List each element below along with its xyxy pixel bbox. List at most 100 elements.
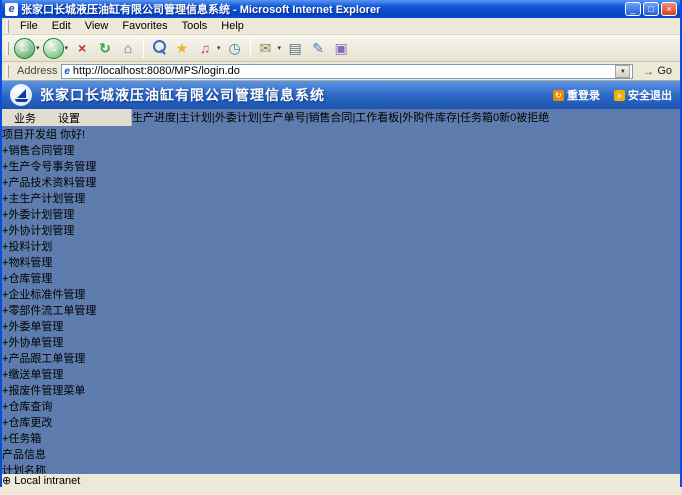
sidebar-item-label: 产品跟工单管理 xyxy=(8,353,85,365)
nav-item-1[interactable]: 主计划 xyxy=(179,112,212,124)
relogin-icon: ↻ xyxy=(553,90,564,101)
nav-item-2[interactable]: 外委计划 xyxy=(215,112,259,124)
sidebar-item-label: 外协单管理 xyxy=(8,337,63,349)
discuss-icon[interactable]: ▣ xyxy=(330,37,352,59)
search-icon[interactable] xyxy=(148,37,170,59)
nav-item-4[interactable]: 销售合同 xyxy=(308,112,352,124)
app-viewport: 张家口长城液压油缸有限公司管理信息系统 ↻ 重登录 » 安全退出 业务 设置 生… xyxy=(2,81,680,474)
logo-sail xyxy=(17,89,26,98)
sidebar-item-label: 企业标准件管理 xyxy=(8,289,85,301)
menu-bar: FileEditViewFavoritesToolsHelp xyxy=(2,18,680,35)
favorites-icon[interactable]: ★ xyxy=(171,37,193,59)
nav-item-0[interactable]: 生产进度 xyxy=(132,112,176,124)
back-icon-dropdown[interactable]: ▾ xyxy=(36,44,40,52)
sidebar-item-label: 产品技术资料管理 xyxy=(8,177,96,189)
sidebar-item-13[interactable]: +产品跟工单管理 xyxy=(2,350,680,366)
go-button[interactable]: → Go xyxy=(637,64,677,78)
info-label: 计划名称 xyxy=(2,462,680,474)
product-info-grid: 计划名称系统调整后测试主计划计划开始日期2008-12-23计划结束日期2009… xyxy=(2,462,680,474)
print-icon[interactable]: ▤ xyxy=(284,37,306,59)
toolbar-separator xyxy=(250,38,251,58)
sidebar-item-9[interactable]: +企业标准件管理 xyxy=(2,286,680,302)
address-url: http://localhost:8080/MPS/login.do xyxy=(73,65,612,77)
menu-item-tools[interactable]: Tools xyxy=(175,19,215,33)
refresh-icon[interactable]: ↻ xyxy=(94,37,116,59)
media-icon[interactable]: ♫ xyxy=(194,37,216,59)
sidebar-item-11[interactable]: +外委单管理 xyxy=(2,318,680,334)
stop-icon[interactable]: × xyxy=(71,37,93,59)
menu-item-help[interactable]: Help xyxy=(214,19,251,33)
menu-item-view[interactable]: View xyxy=(78,19,116,33)
sidebar-item-17[interactable]: +仓库更改 xyxy=(2,414,680,430)
sidebar-item-label: 报废件管理菜单 xyxy=(8,385,85,397)
edit-icon[interactable]: ✎ xyxy=(307,37,329,59)
sidebar-item-15[interactable]: +报废件管理菜单 xyxy=(2,382,680,398)
browser-toolbar: ←▾→▾×↻⌂★♫▾◷✉▾▤✎▣ xyxy=(2,35,680,62)
minimize-button[interactable]: _ xyxy=(625,2,641,16)
sidebar-item-label: 仓库管理 xyxy=(8,273,52,285)
sidebar-tree: 项目开发组 你好! +销售合同管理+生产令号事务管理+产品技术资料管理+主生产计… xyxy=(2,126,680,446)
sidebar-item-3[interactable]: +主生产计划管理 xyxy=(2,190,680,206)
mail-icon-dropdown[interactable]: ▾ xyxy=(278,44,282,52)
sidebar-item-18[interactable]: +任务箱 xyxy=(2,430,680,446)
sidebar-item-label: 任务箱 xyxy=(8,433,41,445)
sidebar-item-16[interactable]: +仓库查询 xyxy=(2,398,680,414)
tree-list: +销售合同管理+生产令号事务管理+产品技术资料管理+主生产计划管理+外委计划管理… xyxy=(2,142,680,446)
nav-item-6[interactable]: 外购件库存 xyxy=(402,112,457,124)
relogin-label: 重登录 xyxy=(567,87,600,103)
module-tabs: 业务 设置 xyxy=(2,109,132,126)
go-label: Go xyxy=(657,65,672,77)
menu-item-file[interactable]: File xyxy=(13,19,45,33)
nav-item-5[interactable]: 工作看板 xyxy=(355,112,399,124)
app-header: 张家口长城液压油缸有限公司管理信息系统 ↻ 重登录 » 安全退出 xyxy=(2,81,680,109)
relogin-button[interactable]: ↻ 重登录 xyxy=(553,87,600,103)
sidebar-item-2[interactable]: +产品技术资料管理 xyxy=(2,174,680,190)
nav-item-7[interactable]: 任务箱 xyxy=(460,112,493,124)
toolbar-separator xyxy=(143,38,144,58)
address-grip[interactable] xyxy=(6,65,9,78)
tab-business[interactable]: 业务 xyxy=(4,109,46,126)
status-bar: ⊕ Local intranet xyxy=(2,474,680,487)
sidebar-item-1[interactable]: +生产令号事务管理 xyxy=(2,158,680,174)
media-icon-dropdown[interactable]: ▾ xyxy=(217,44,221,52)
sidebar-item-7[interactable]: +物料管理 xyxy=(2,254,680,270)
history-icon[interactable]: ◷ xyxy=(224,37,246,59)
menu-item-edit[interactable]: Edit xyxy=(45,19,78,33)
sidebar-item-14[interactable]: +缴送单管理 xyxy=(2,366,680,382)
tab-settings[interactable]: 设置 xyxy=(48,109,90,126)
mail-icon[interactable]: ✉ xyxy=(255,37,277,59)
toolbar-grip[interactable] xyxy=(6,42,9,55)
nav-item-3[interactable]: 生产单号 xyxy=(262,112,306,124)
logout-button[interactable]: » 安全退出 xyxy=(614,87,672,103)
product-info-title: 产品信息 xyxy=(2,449,46,461)
window-title: 张家口长城液压油缸有限公司管理信息系统 - Microsoft Internet… xyxy=(21,1,622,17)
sidebar-item-4[interactable]: +外委计划管理 xyxy=(2,206,680,222)
forward-icon-dropdown[interactable]: ▾ xyxy=(65,44,69,52)
app-title: 张家口长城液压油缸有限公司管理信息系统 xyxy=(40,85,539,105)
close-button[interactable]: × xyxy=(661,2,677,16)
maximize-button[interactable]: □ xyxy=(643,2,659,16)
sidebar-item-8[interactable]: +仓库管理 xyxy=(2,270,680,286)
forward-icon[interactable]: → xyxy=(43,38,64,59)
rejected-tasks-badge: 0被拒绝 xyxy=(510,112,549,124)
main-content: 产品信息 计划名称系统调整后测试主计划计划开始日期2008-12-23计划结束日… xyxy=(2,446,680,474)
sidebar-item-0[interactable]: +销售合同管理 xyxy=(2,142,680,158)
logout-label: 安全退出 xyxy=(628,87,672,103)
go-arrow-icon: → xyxy=(642,64,654,78)
sidebar-item-label: 外协计划管理 xyxy=(8,225,74,237)
security-zone-panel: ⊕ Local intranet xyxy=(2,475,80,487)
sidebar-item-10[interactable]: +零部件流工单管理 xyxy=(2,302,680,318)
back-icon[interactable]: ← xyxy=(14,38,35,59)
sidebar-item-label: 仓库查询 xyxy=(8,401,52,413)
sidebar-item-5[interactable]: +外协计划管理 xyxy=(2,222,680,238)
sidebar-item-12[interactable]: +外协单管理 xyxy=(2,334,680,350)
address-input[interactable]: e http://localhost:8080/MPS/login.do ▼ xyxy=(61,64,633,79)
sidebar-item-label: 外委计划管理 xyxy=(8,209,74,221)
home-icon[interactable]: ⌂ xyxy=(117,37,139,59)
address-dropdown-icon[interactable]: ▼ xyxy=(615,65,630,78)
sidebar-item-6[interactable]: +投料计划 xyxy=(2,238,680,254)
browser-window: e 张家口长城液压油缸有限公司管理信息系统 - Microsoft Intern… xyxy=(0,0,682,487)
menu-grip[interactable] xyxy=(6,20,9,33)
menu-item-favorites[interactable]: Favorites xyxy=(115,19,174,33)
title-bar[interactable]: e 张家口长城液压油缸有限公司管理信息系统 - Microsoft Intern… xyxy=(2,0,680,18)
